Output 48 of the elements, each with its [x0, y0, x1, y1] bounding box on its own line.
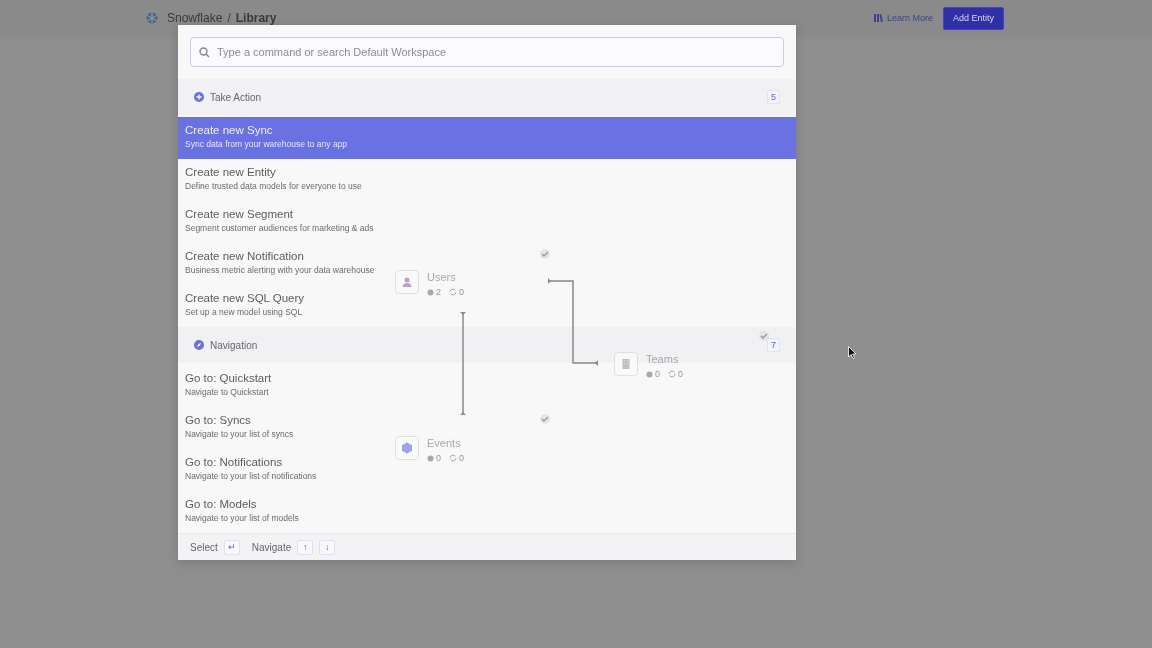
node-title: Users: [427, 270, 457, 284]
node-title: Teams: [646, 352, 680, 366]
section-title: Navigation: [210, 339, 259, 351]
database-icon: [427, 454, 434, 462]
command-item[interactable]: Create new Sync Sync data from your warehouse to any app: [178, 117, 796, 159]
breadcrumb-current: Library: [235, 11, 277, 25]
node-count: 0: [436, 453, 441, 463]
breadcrumb-separator: /: [227, 11, 231, 25]
node-count: 0: [678, 369, 684, 379]
node-count: 2: [436, 287, 441, 297]
command-item[interactable]: Create new SQL Query Set up a new model using SQL: [185, 291, 305, 319]
sync-icon: [449, 288, 457, 296]
plus-circle-icon: [194, 92, 204, 102]
command-item[interactable]: Create new Segment Segment customer audiences for marketing & ads: [185, 207, 374, 235]
section-title: Take Action: [210, 91, 263, 103]
check-icon: [759, 331, 769, 341]
node-title: Events: [427, 436, 462, 450]
count-badge: 7: [767, 338, 780, 352]
database-icon: [646, 370, 653, 378]
command-item[interactable]: Go to: Quickstart Navigate to Quickstart: [185, 371, 272, 399]
sync-icon: [449, 454, 457, 462]
key-hint: ↵: [223, 539, 240, 555]
search-field[interactable]: Type a command or search Default Workspace: [190, 37, 784, 67]
key-hint: ↓: [319, 539, 336, 555]
node-icon: [395, 436, 419, 460]
sync-icon: [668, 370, 676, 378]
node-count: 0: [655, 369, 660, 379]
check-icon: [540, 414, 550, 424]
command-item[interactable]: Go to: Syncs Navigate to your list of syncs: [185, 413, 294, 441]
command-item[interactable]: Create new Notification Business metric alerting with your data warehouse: [185, 249, 375, 277]
check-icon: [540, 249, 550, 259]
command-item[interactable]: Go to: Models Navigate to your list of models: [185, 497, 299, 525]
logo-icon[interactable]: [146, 12, 158, 24]
key-hint: ↑: [297, 539, 314, 555]
node-count: 0: [459, 453, 465, 463]
node-icon: [395, 270, 419, 294]
book-icon: [872, 13, 883, 23]
database-icon: [427, 288, 434, 296]
command-item[interactable]: Go to: Notifications Navigate to your list of notifications: [185, 455, 317, 483]
breadcrumb-link[interactable]: Snowflake: [167, 11, 223, 25]
hint-label: Navigate: [251, 541, 292, 553]
add-entity-button[interactable]: Add Entity: [942, 6, 1004, 30]
count-badge: 5: [767, 90, 780, 104]
compass-icon: [194, 340, 204, 350]
cursor-icon: [848, 346, 857, 359]
command-item[interactable]: Create new Entity Define trusted data models for everyone to use: [185, 165, 362, 193]
node-count: 0: [459, 287, 465, 297]
hint-label: Select: [190, 541, 218, 553]
